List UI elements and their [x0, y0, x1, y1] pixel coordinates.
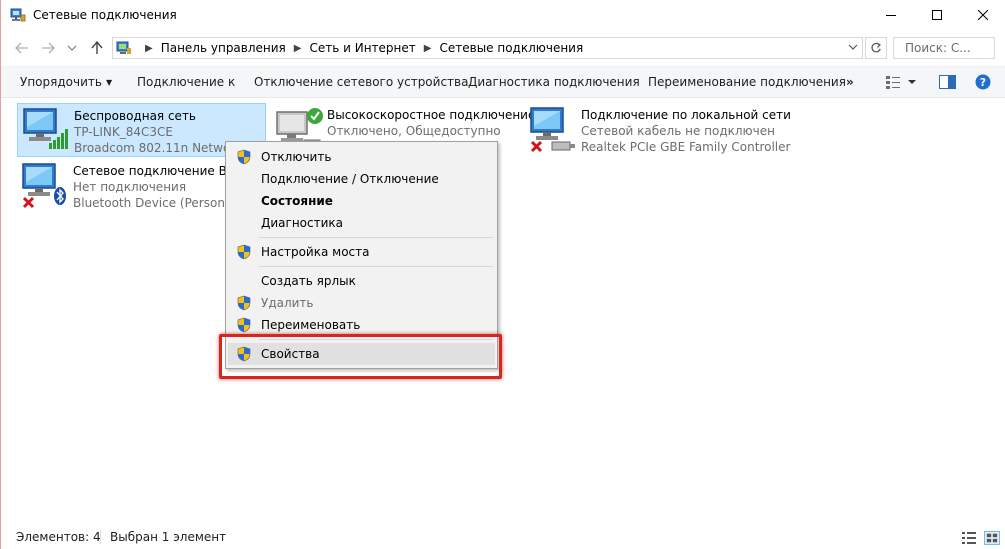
menu-item-bridge[interactable]: Настройка моста: [228, 241, 495, 263]
breadcrumb-control-panel[interactable]: Панель управления: [161, 41, 286, 55]
chevron-down-icon: [67, 45, 77, 51]
menu-separator: [259, 237, 493, 238]
details-view-icon[interactable]: [961, 531, 977, 545]
uac-shield-icon: [237, 149, 251, 165]
search-input[interactable]: Поиск: С...: [893, 37, 995, 59]
menu-item-delete: Удалить: [228, 292, 495, 314]
status-bar: Элементов: 4 Выбран 1 элемент: [1, 525, 1005, 549]
menu-item-label: Переименовать: [261, 318, 361, 332]
menu-item-label: Подключение / Отключение: [261, 172, 439, 186]
uac-shield-icon: [237, 295, 251, 311]
connection-status: Сетевой кабель не подключен: [581, 124, 775, 138]
rename-connection-button[interactable]: Переименование подключения: [648, 75, 846, 89]
connections-list: Беспроводная сеть TP-LINK_84C3CE Broadco…: [1, 99, 1005, 523]
menu-item-disable[interactable]: Отключить: [228, 146, 495, 168]
svg-text:?: ?: [980, 76, 986, 89]
breadcrumb-network-internet[interactable]: Сеть и Интернет: [309, 41, 415, 55]
menu-item-label: Состояние: [261, 194, 333, 208]
menu-item-label: Отключить: [261, 150, 332, 164]
ethernet-adapter-icon: [530, 107, 575, 153]
connection-name: Высокоскоростное подключение: [327, 108, 536, 122]
breadcrumb-separator-icon[interactable]: ▶: [424, 43, 432, 54]
organize-button[interactable]: Упорядочить ▼: [20, 75, 112, 89]
control-panel-icon: [116, 41, 131, 54]
address-bar[interactable]: ▶ Панель управления ▶ Сеть и Интернет ▶ …: [112, 37, 863, 59]
view-options-icon[interactable]: [885, 74, 901, 90]
connection-item-ethernet[interactable]: Подключение по локальной сети Сетевой ка…: [525, 103, 791, 157]
breadcrumb-network-connections[interactable]: Сетевые подключения: [439, 41, 583, 55]
recent-locations-button[interactable]: [63, 40, 81, 56]
help-icon[interactable]: ?: [975, 74, 991, 90]
connection-name: Беспроводная сеть: [74, 109, 197, 123]
connect-to-button[interactable]: Подключение к: [137, 75, 235, 89]
large-icons-view-icon[interactable]: [984, 531, 1000, 545]
minimize-icon: [886, 15, 896, 16]
menu-item-connect-disconnect[interactable]: Подключение / Отключение: [228, 168, 495, 190]
network-connections-icon: [10, 8, 26, 22]
menu-item-label: Удалить: [261, 296, 314, 310]
up-arrow-icon: [91, 41, 103, 54]
view-dropdown-icon[interactable]: [907, 78, 917, 86]
menu-item-label: Создать ярлык: [261, 274, 356, 288]
command-bar: Упорядочить ▼ Подключение к Отключение се…: [1, 66, 1005, 98]
back-arrow-icon: [15, 42, 28, 54]
up-button[interactable]: [88, 40, 106, 56]
breadcrumb-separator-icon[interactable]: ▶: [294, 43, 302, 54]
connection-name: Сетевое подключение Bluet: [73, 164, 227, 178]
refresh-button[interactable]: [865, 37, 887, 59]
search-placeholder: Поиск: С...: [905, 41, 971, 55]
menu-item-label: Настройка моста: [261, 245, 370, 259]
network-connections-window: Сетевые подключения ▶ Панель управления …: [0, 0, 1005, 549]
connection-adapter: Realtek PCIe GBE Family Controller: [581, 140, 791, 154]
highlight-frame: [219, 334, 502, 379]
back-button[interactable]: [13, 40, 31, 56]
uac-shield-icon: [237, 244, 251, 260]
organize-label: Упорядочить: [20, 75, 102, 89]
connection-network: TP-LINK_84C3CE: [74, 125, 173, 139]
disable-device-button[interactable]: Отключение сетевого устройства: [254, 75, 468, 89]
preview-pane-icon[interactable]: [939, 74, 956, 90]
menu-item-rename[interactable]: Переименовать: [228, 314, 495, 336]
address-dropdown-icon[interactable]: [848, 43, 858, 51]
window-title: Сетевые подключения: [33, 8, 177, 22]
forward-button[interactable]: [39, 40, 57, 56]
menu-separator: [259, 266, 493, 267]
connection-adapter: Bluetooth Device (Personal A: [73, 196, 227, 210]
bluetooth-adapter-icon: [22, 163, 66, 209]
connection-status: Нет подключения: [73, 180, 187, 194]
connection-item-bluetooth[interactable]: Сетевое подключение Bluet Нет подключени…: [17, 159, 227, 213]
refresh-icon: [871, 42, 881, 53]
minimize-button[interactable]: [868, 0, 914, 30]
more-commands-button[interactable]: »: [846, 75, 854, 89]
connection-name: Подключение по локальной сети: [581, 108, 791, 122]
selected-count: Выбран 1 элемент: [100, 530, 226, 544]
menu-item-status[interactable]: Состояние: [228, 190, 495, 212]
connection-status: Отключено, Общедоступно: [327, 124, 501, 138]
address-row: ▶ Панель управления ▶ Сеть и Интернет ▶ …: [1, 33, 1005, 63]
menu-item-label: Диагностика: [261, 216, 344, 230]
maximize-button[interactable]: [914, 0, 960, 30]
close-icon: [978, 10, 988, 20]
maximize-icon: [932, 10, 942, 20]
forward-arrow-icon: [42, 42, 55, 54]
uac-shield-icon: [237, 317, 251, 333]
menu-item-create-shortcut[interactable]: Создать ярлык: [228, 270, 495, 292]
close-button[interactable]: [960, 0, 1005, 30]
breadcrumb-separator-icon: ▶: [145, 42, 153, 54]
item-count: Элементов: 4: [16, 530, 101, 544]
diagnose-connection-button[interactable]: Диагностика подключения: [468, 75, 640, 89]
wireless-adapter-icon: [23, 108, 68, 149]
title-bar: Сетевые подключения: [1, 0, 1005, 30]
caret-down-icon: ▼: [105, 78, 113, 87]
menu-item-diagnostics[interactable]: Диагностика: [228, 212, 495, 234]
